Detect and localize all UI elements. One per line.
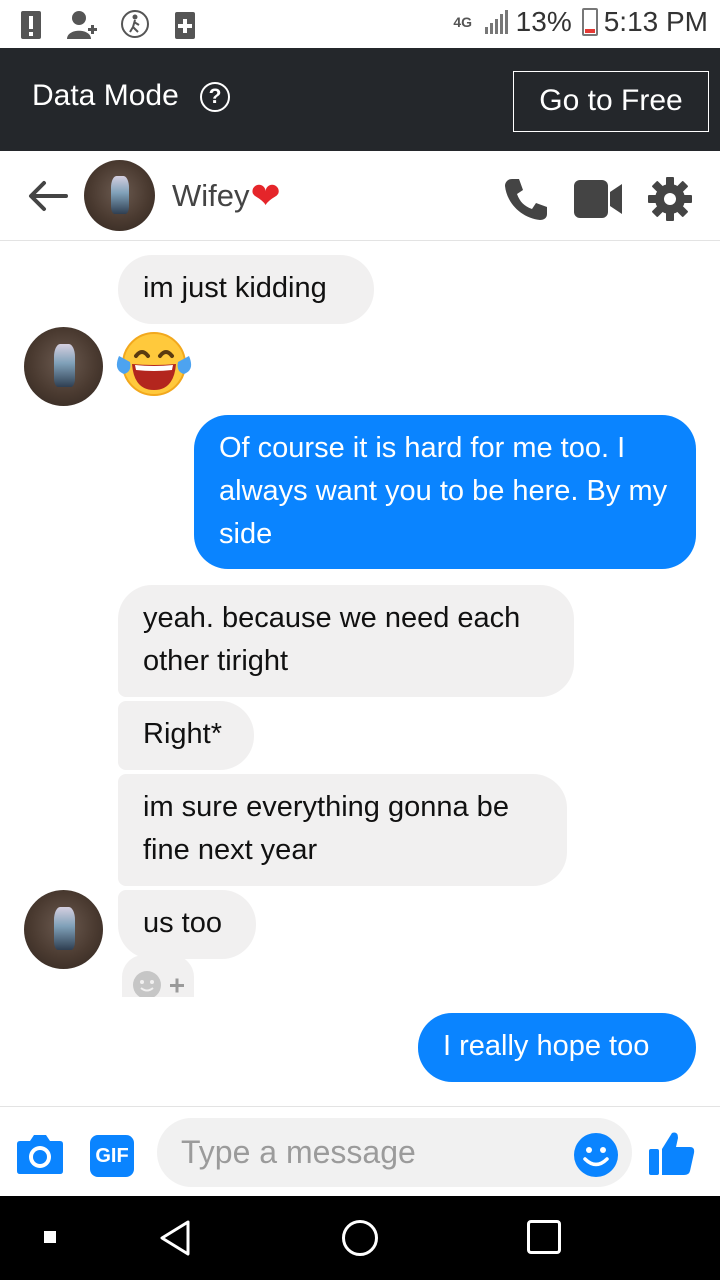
clock: 5:13 PM xyxy=(603,6,708,37)
alert-icon xyxy=(21,11,41,39)
battery-percent: 13% xyxy=(515,6,572,37)
data-mode-bar: Data Mode ? Go to Free xyxy=(0,48,720,151)
network-type: 4G xyxy=(453,14,473,30)
battery-icon xyxy=(581,8,598,36)
thumbs-up-icon[interactable] xyxy=(648,1129,696,1177)
video-call-icon[interactable] xyxy=(574,180,624,218)
heart-emoji: ❤ xyxy=(250,175,281,216)
data-mode-label: Data Mode xyxy=(32,79,179,112)
medical-icon xyxy=(175,12,195,39)
sender-avatar[interactable] xyxy=(24,890,103,969)
laughing-tears-emoji[interactable] xyxy=(116,326,192,398)
message-bubble-incoming[interactable]: yeah. because we need each other tiright xyxy=(118,585,574,697)
message-input[interactable] xyxy=(157,1118,632,1187)
nav-back-icon[interactable] xyxy=(156,1218,196,1258)
message-bubble-outgoing[interactable]: I really hope too xyxy=(418,1013,696,1082)
add-reaction-icon xyxy=(133,971,184,997)
message-bubble-incoming[interactable]: us too xyxy=(118,890,256,959)
nav-home-icon[interactable] xyxy=(342,1220,378,1256)
gif-button[interactable]: GIF xyxy=(90,1135,134,1177)
back-arrow-icon[interactable] xyxy=(26,179,68,213)
call-icon[interactable] xyxy=(502,176,550,222)
contact-name[interactable]: Wifey ❤ xyxy=(172,178,281,214)
nav-indicator-dot xyxy=(44,1231,56,1243)
conversation-header: Wifey ❤ xyxy=(0,151,720,241)
contact-name-text: Wifey xyxy=(172,178,250,213)
message-bubble-incoming[interactable]: Right* xyxy=(118,701,254,770)
signal-icon xyxy=(484,10,508,34)
android-nav-bar xyxy=(0,1196,720,1280)
settings-gear-icon[interactable] xyxy=(647,176,693,222)
go-to-free-button[interactable]: Go to Free xyxy=(513,71,709,132)
add-person-icon xyxy=(67,11,97,39)
add-reaction-button[interactable] xyxy=(122,955,194,997)
nav-recent-apps-icon[interactable] xyxy=(527,1220,561,1254)
message-composer: GIF xyxy=(0,1106,720,1196)
help-icon[interactable]: ? xyxy=(200,82,230,112)
status-bar: 4G 13% 5:13 PM xyxy=(0,0,720,48)
sender-avatar[interactable] xyxy=(24,327,103,406)
message-bubble-incoming[interactable]: im just kidding xyxy=(118,255,374,324)
emoji-smile-icon[interactable] xyxy=(573,1132,619,1178)
accessibility-icon xyxy=(121,10,149,38)
camera-icon[interactable] xyxy=(16,1133,64,1175)
message-bubble-incoming[interactable]: im sure everything gonna be fine next ye… xyxy=(118,774,567,886)
message-bubble-outgoing[interactable]: Of course it is hard for me too. I alway… xyxy=(194,415,696,569)
contact-avatar[interactable] xyxy=(84,160,155,231)
